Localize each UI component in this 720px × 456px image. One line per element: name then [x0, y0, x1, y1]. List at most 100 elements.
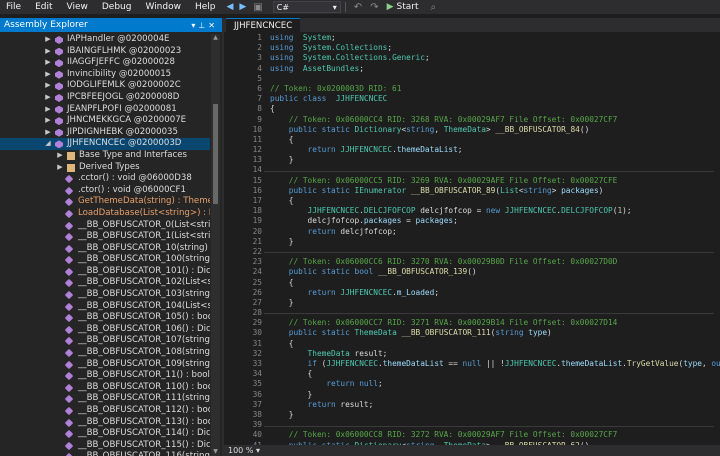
tree-item[interactable]: __BB_OBFUSCATOR_1(List<string>) : Ther	[0, 231, 210, 243]
tree-item[interactable]: __BB_OBFUSCATOR_116(string) : Then	[0, 451, 210, 456]
tree-item[interactable]: __BB_OBFUSCATOR_11() : bool @06000	[0, 370, 210, 382]
tree-item[interactable]: ▶ Base Type and Interfaces	[0, 150, 210, 162]
expand-icon[interactable]: ▶	[44, 46, 52, 58]
folder-icon	[67, 163, 75, 172]
expand-icon[interactable]: ▶	[44, 80, 52, 92]
redo-icon[interactable]: ↷	[370, 2, 378, 13]
line-number: 10	[252, 124, 262, 134]
menu-file[interactable]: File	[0, 2, 29, 12]
tree-item[interactable]: .cctor() : void @06000D38	[0, 173, 210, 185]
code-token: =	[401, 216, 416, 226]
expand-icon[interactable]: ▶	[56, 150, 64, 162]
pin-icon[interactable]: ⊥	[198, 21, 208, 30]
tree-item[interactable]: __BB_OBFUSCATOR_109(string) : Then	[0, 359, 210, 371]
language-select[interactable]: C# ▾	[272, 1, 341, 13]
tree-item[interactable]: __BB_OBFUSCATOR_110() : bool @060	[0, 382, 210, 394]
code-token: __BB_OBFUSCATOR_89	[410, 185, 496, 195]
zoom-select[interactable]: 100 % ▾	[228, 445, 260, 456]
tree-item[interactable]: __BB_OBFUSCATOR_108(string) : Then	[0, 347, 210, 359]
tree-item[interactable]: ▶ IIAGGFJEFFC @02000028	[0, 57, 210, 69]
collapse-icon[interactable]: ◢	[44, 138, 52, 150]
tree-scrollbar[interactable]: ▲ ▼	[211, 34, 220, 456]
tree-item[interactable]: .ctor() : void @06000CF1	[0, 185, 210, 197]
tree-item[interactable]: LoadDatabase(List<string>) : IEnumer	[0, 208, 210, 220]
undo-icon[interactable]: ↶	[354, 2, 362, 13]
tree-item[interactable]: ◢ JJHFENCNCEC @0200003D	[0, 138, 210, 150]
close-icon[interactable]: ✕	[208, 21, 218, 30]
method-icon	[64, 383, 74, 393]
line-number: 20	[252, 226, 262, 236]
code-token: result;	[349, 348, 388, 358]
code-area[interactable]: using System; using System.Collections; us…	[270, 33, 720, 445]
tree-item[interactable]: __BB_OBFUSCATOR_114() : Dictionary	[0, 428, 210, 440]
tree-item[interactable]: ▶ JIPDIGNHEBK @02000035	[0, 127, 210, 139]
tree-item[interactable]: __BB_OBFUSCATOR_107(string) : Then	[0, 335, 210, 347]
tree-item[interactable]: __BB_OBFUSCATOR_103(string) : Then	[0, 289, 210, 301]
code-token: public static	[270, 185, 350, 195]
scroll-up-icon[interactable]: ▲	[211, 34, 220, 42]
tree-item[interactable]: ▶ IPCBFEEJOGL @0200008D	[0, 92, 210, 104]
code-token: DELCJFOFCOP	[363, 206, 416, 216]
tree-item[interactable]: __BB_OBFUSCATOR_113() : bool @060	[0, 417, 210, 429]
code-token: using	[270, 53, 294, 63]
code-token: }	[270, 389, 313, 399]
tree-item[interactable]: __BB_OBFUSCATOR_101() : Dictionary	[0, 266, 210, 278]
code-token: JJHFENCNCEC	[326, 359, 378, 368]
code-editor[interactable]: 1 2 3 4 5 6 7 8 9 10 11 12 13 14 15 16 17 18 19 20 21 22 23 24 2…	[224, 33, 720, 445]
tree-item[interactable]: ▶ IAPHandler @0200004E	[0, 34, 210, 46]
expand-icon[interactable]: ▶	[44, 92, 52, 104]
code-line: public static Dictionary<string, ThemeDa…	[270, 125, 720, 135]
menu-debug[interactable]: Debug	[96, 2, 140, 12]
code-line: }	[270, 410, 720, 420]
menu-help[interactable]: Help	[189, 2, 224, 12]
expand-icon[interactable]: ▶	[44, 34, 52, 46]
scroll-down-icon[interactable]: ▼	[211, 448, 220, 456]
tab-jjhfencncec[interactable]: JJHFENCNCEC	[226, 18, 301, 33]
expand-icon[interactable]: ▶	[56, 162, 64, 174]
tree-item[interactable]: __BB_OBFUSCATOR_115() : Dictionary	[0, 440, 210, 452]
menu-edit[interactable]: Edit	[29, 2, 60, 12]
scrollbar-thumb[interactable]	[213, 104, 218, 204]
open-icon[interactable]: ▣	[253, 2, 262, 13]
tree-item[interactable]: ▶ IODGLIFEMLK @0200002C	[0, 80, 210, 92]
class-icon	[55, 36, 63, 44]
tree-item[interactable]: ▶ IBAINGFLHMK @02000023	[0, 46, 210, 58]
expand-icon[interactable]: ▶	[44, 127, 52, 139]
tree-item-label: Base Type and Interfaces	[79, 149, 187, 160]
class-icon	[55, 70, 63, 79]
tree-item[interactable]: __BB_OBFUSCATOR_111(string) : Then	[0, 393, 210, 405]
tree-item[interactable]: __BB_OBFUSCATOR_10(string) : Theme	[0, 243, 210, 255]
expand-icon[interactable]: ▶	[44, 104, 52, 116]
line-number: 7	[257, 94, 262, 104]
code-line: }	[270, 155, 720, 165]
tree-item[interactable]: __BB_OBFUSCATOR_112() : bool @060	[0, 405, 210, 417]
code-token: themeDataList	[382, 359, 444, 368]
method-icon	[64, 325, 74, 335]
code-token: DELCJFOFCOP	[561, 206, 613, 216]
start-button[interactable]: ▶ Start	[387, 2, 419, 12]
search-icon[interactable]: ⌕	[431, 2, 437, 13]
tree-item[interactable]: GetThemeData(string) : ThemeData @	[0, 196, 210, 208]
tree-item[interactable]: __BB_OBFUSCATOR_0(List<string>) : Ther	[0, 220, 210, 232]
tree-item[interactable]: ▶ JEANPFLPOFI @02000081	[0, 104, 210, 116]
back-icon[interactable]: ◀	[227, 2, 234, 12]
class-icon	[55, 93, 63, 102]
tree-item[interactable]: __BB_OBFUSCATOR_104(List<string>)	[0, 301, 210, 313]
menu-view[interactable]: View	[61, 2, 96, 12]
tree-item[interactable]: __BB_OBFUSCATOR_105() : bool @060	[0, 312, 210, 324]
code-token: JJHFENCNCEC	[340, 287, 393, 297]
line-number: 27	[252, 297, 262, 307]
tree-item[interactable]: __BB_OBFUSCATOR_106() : Dictionary	[0, 324, 210, 336]
tree-item[interactable]: ▶ Invincibility @02000015	[0, 69, 210, 81]
tree-item[interactable]: ▶ JHNCMEKKGCA @0200007E	[0, 115, 210, 127]
expand-icon[interactable]: ▶	[44, 57, 52, 69]
tree-item[interactable]: __BB_OBFUSCATOR_100(string) : Then	[0, 254, 210, 266]
expand-icon[interactable]: ▶	[44, 115, 52, 127]
tree-item[interactable]: __BB_OBFUSCATOR_102(List<string>)	[0, 277, 210, 289]
code-token: // Token: 0x06000CC4 RID: 3268 RVA: 0x00…	[270, 114, 618, 124]
forward-icon[interactable]: ▶	[239, 2, 246, 12]
menu-window[interactable]: Window	[139, 2, 189, 12]
tree-item[interactable]: ▶ Derived Types	[0, 162, 210, 174]
expand-icon[interactable]: ▶	[44, 69, 52, 81]
